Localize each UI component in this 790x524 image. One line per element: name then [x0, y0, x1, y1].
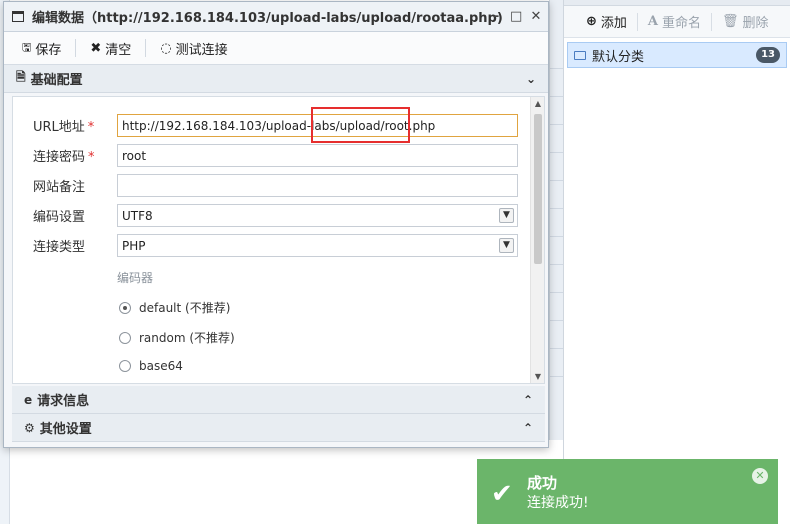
- close-icon[interactable]: ✕: [752, 468, 768, 484]
- chevron-up-icon: ⌃: [522, 393, 533, 407]
- radio-selected-icon[interactable]: [119, 301, 131, 314]
- toolbar-divider: [145, 39, 147, 57]
- encoding-value: UTF8: [122, 208, 153, 223]
- add-category-label: 添加: [600, 16, 627, 31]
- radio-icon[interactable]: [119, 331, 131, 344]
- toast-message: 连接成功!: [527, 495, 589, 511]
- toast-title: 成功: [527, 474, 558, 492]
- success-toast: ✔ 成功 连接成功! ✕: [477, 459, 778, 524]
- chevron-up-icon: ⌃: [522, 421, 533, 435]
- rename-category-label: 重命名: [662, 16, 702, 31]
- category-count-badge: 13: [756, 47, 780, 63]
- encoder-option-base64[interactable]: base64: [119, 359, 183, 373]
- basic-config-form: URL地址 * http://192.168.184.103/upload-lab…: [12, 96, 545, 384]
- section-request-title: 请求信息: [37, 394, 90, 409]
- encoder-option-label: default (不推荐): [139, 301, 231, 315]
- url-row: URL地址 *: [33, 114, 119, 136]
- category-item-label: 默认分类: [592, 49, 645, 65]
- encoding-select[interactable]: UTF8 ▼: [117, 204, 518, 227]
- category-toolbar: ⊕ 添加 A 重命名 🗑 删除: [564, 6, 790, 38]
- save-label: 保存: [35, 42, 62, 58]
- plus-circle-icon: ⊕: [586, 14, 597, 29]
- encoder-option-default[interactable]: default (不推荐): [119, 299, 230, 316]
- test-connection-label: 测试连接: [175, 42, 228, 58]
- dialog-title: 编辑数据（http://192.168.184.103/upload-labs/…: [32, 11, 503, 26]
- password-row: 连接密码 *: [33, 144, 119, 166]
- type-row: 连接类型: [33, 234, 119, 256]
- document-icon: 🗎: [16, 70, 26, 84]
- checkmark-icon: ✔: [491, 479, 513, 509]
- font-icon: A: [647, 14, 659, 29]
- encoder-option-label: random (不推荐): [139, 331, 235, 345]
- gears-icon: ⚙: [24, 420, 35, 435]
- scrollbar-thumb[interactable]: [534, 114, 542, 264]
- minimize-icon[interactable]: –: [490, 9, 502, 24]
- delete-category-label: 删除: [742, 16, 769, 31]
- required-mark: *: [88, 149, 95, 165]
- trash-icon: 🗑: [722, 14, 739, 29]
- window-icon: [12, 11, 24, 22]
- dialog-toolbar: 🖫 保存 ✖ 清空 ◌ 测试连接: [4, 32, 548, 65]
- chevron-down-icon: ⌄: [525, 72, 536, 86]
- section-basic-config[interactable]: 🗎 基础配置 ⌄: [4, 65, 548, 93]
- scroll-up-icon[interactable]: ▲: [531, 99, 544, 108]
- type-select[interactable]: PHP ▼: [117, 234, 518, 257]
- chevron-down-icon[interactable]: ▼: [499, 238, 514, 253]
- dialog-titlebar[interactable]: 编辑数据（http://192.168.184.103/upload-labs/…: [4, 2, 548, 32]
- password-input[interactable]: root: [117, 144, 518, 167]
- url-label: URL地址 *: [33, 119, 95, 135]
- encoding-label: 编码设置: [33, 209, 86, 225]
- category-item-default[interactable]: 默认分类 13: [567, 42, 787, 68]
- delete-category-button[interactable]: 🗑 删除: [712, 9, 779, 35]
- category-panel: ⊕ 添加 A 重命名 🗑 删除 默认分类 13: [563, 0, 790, 524]
- close-icon[interactable]: ✕: [530, 9, 542, 24]
- radio-icon[interactable]: [119, 360, 131, 372]
- save-icon: 🖫: [22, 40, 32, 54]
- scroll-down-icon[interactable]: ▼: [531, 372, 544, 381]
- test-connection-button[interactable]: ◌ 测试连接: [154, 36, 233, 60]
- add-category-button[interactable]: ⊕ 添加: [576, 9, 637, 35]
- toolbar-divider: [75, 39, 77, 57]
- note-row: 网站备注: [33, 174, 119, 196]
- clear-button[interactable]: ✖ 清空: [84, 36, 137, 60]
- save-button[interactable]: 🖫 保存: [16, 36, 67, 60]
- window-controls: – □ ✕: [490, 9, 542, 24]
- spinner-icon: ◌: [160, 40, 172, 56]
- section-basic-title: 基础配置: [30, 73, 83, 88]
- x-icon: ✖: [90, 40, 102, 56]
- ie-logo-icon: e: [24, 392, 33, 407]
- chevron-down-icon[interactable]: ▼: [499, 208, 514, 223]
- encoder-option-random[interactable]: random (不推荐): [119, 329, 235, 346]
- required-mark: *: [87, 119, 95, 135]
- type-value: PHP: [122, 238, 146, 253]
- edit-data-dialog: 编辑数据（http://192.168.184.103/upload-labs/…: [3, 1, 549, 448]
- section-request-info[interactable]: e 请求信息 ⌃: [12, 386, 545, 414]
- note-input[interactable]: [117, 174, 518, 197]
- rename-category-button[interactable]: A 重命名: [638, 9, 711, 35]
- maximize-icon[interactable]: □: [510, 9, 522, 24]
- section-other-settings[interactable]: ⚙ 其他设置 ⌃: [12, 414, 545, 442]
- password-label: 连接密码 *: [33, 149, 95, 165]
- encoding-row: 编码设置: [33, 204, 119, 226]
- note-label: 网站备注: [33, 179, 86, 195]
- type-label: 连接类型: [33, 239, 86, 255]
- encoder-title: 编码器: [117, 271, 154, 285]
- folder-icon: [574, 50, 586, 60]
- highlight-box: [311, 107, 410, 143]
- form-scrollbar[interactable]: ▲ ▼: [530, 97, 544, 383]
- encoder-option-label: base64: [139, 359, 183, 373]
- password-value: root: [122, 148, 147, 163]
- background-list-strip: [549, 0, 564, 440]
- section-other-title: 其他设置: [39, 422, 92, 437]
- clear-label: 清空: [105, 42, 132, 58]
